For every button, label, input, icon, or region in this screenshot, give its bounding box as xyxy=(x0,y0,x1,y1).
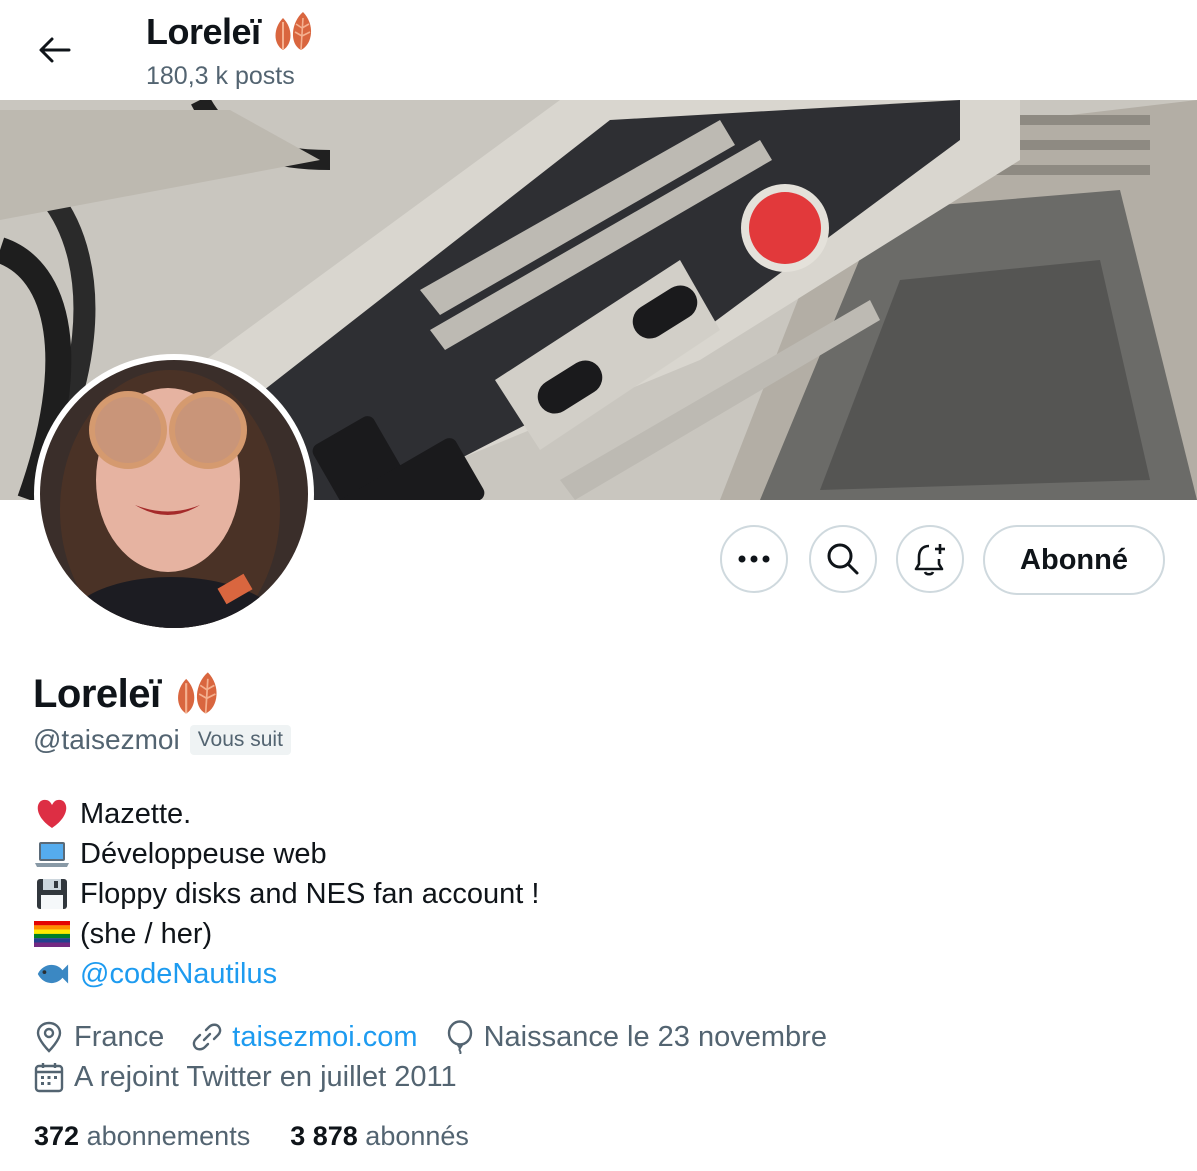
mention-link[interactable]: @codeNautilus xyxy=(80,954,277,994)
follow-stats: 372 abonnements 3 878 abonnés xyxy=(34,1121,469,1152)
header-title-row: Loreleï xyxy=(146,10,317,54)
balloon-icon xyxy=(447,1020,472,1054)
website-link[interactable]: taisezmoi.com xyxy=(232,1021,417,1054)
header-title: Loreleï xyxy=(146,11,261,52)
leaves-icon xyxy=(269,10,317,54)
back-button[interactable] xyxy=(30,28,78,72)
link-icon xyxy=(192,1023,222,1051)
profile-actions: Abonné xyxy=(0,525,1197,597)
arrow-left-icon xyxy=(39,37,71,63)
laptop-icon xyxy=(34,836,70,872)
location-pin-icon xyxy=(36,1021,62,1053)
bio-text: (she / her) xyxy=(80,918,213,950)
birthday-text: Naissance le 23 novembre xyxy=(483,1020,827,1053)
top-bar: Loreleï 180,3 k posts xyxy=(0,0,1197,100)
profile-meta-joined: A rejoint Twitter en juillet 2011 xyxy=(34,1057,485,1097)
profile-name-row: Loreleï xyxy=(33,670,223,718)
floppy-disk-icon xyxy=(34,876,70,912)
following-button[interactable]: Abonné xyxy=(983,525,1165,595)
birthday-item: Naissance le 23 novembre xyxy=(446,1020,827,1054)
notifications-button[interactable] xyxy=(896,525,964,593)
rainbow-flag-icon xyxy=(34,916,70,952)
calendar-icon xyxy=(34,1063,64,1093)
bio-text: Développeuse web xyxy=(80,838,327,870)
location-text: France xyxy=(74,1020,165,1053)
heart-icon xyxy=(34,796,70,832)
joined-item: A rejoint Twitter en juillet 2011 xyxy=(34,1061,457,1094)
following-label: abonnements xyxy=(86,1121,251,1151)
followers-label: abonnés xyxy=(365,1121,469,1151)
profile-bio: Mazette. Développeuse web Floppy disks a… xyxy=(34,794,539,994)
follows-you-badge: Vous suit xyxy=(189,725,291,755)
profile-handle: @taisezmoi xyxy=(33,724,180,755)
bio-line: @codeNautilus xyxy=(34,954,539,994)
leaves-icon xyxy=(171,670,223,718)
profile-meta: France taisezmoi.com Naissance le 23 nov… xyxy=(34,1017,855,1057)
joined-text: A rejoint Twitter en juillet 2011 xyxy=(74,1060,457,1093)
more-button[interactable] xyxy=(720,525,788,593)
profile-name: Loreleï xyxy=(33,671,161,716)
bell-plus-icon xyxy=(914,544,945,576)
followers-stat[interactable]: 3 878 abonnés xyxy=(290,1121,469,1152)
followers-count: 3 878 xyxy=(290,1121,358,1151)
bio-line: (she / her) xyxy=(34,914,539,954)
bio-text: Floppy disks and NES fan account ! xyxy=(80,878,540,910)
location-item: France xyxy=(34,1021,164,1054)
handle-row: @taisezmoi Vous suit xyxy=(33,724,291,756)
more-icon xyxy=(738,555,770,563)
following-count: 372 xyxy=(34,1121,80,1151)
fish-icon xyxy=(34,956,70,992)
bio-line: Développeuse web xyxy=(34,834,539,874)
search-icon xyxy=(827,543,859,575)
bio-line: Mazette. xyxy=(34,794,539,834)
search-button[interactable] xyxy=(809,525,877,593)
website-item[interactable]: taisezmoi.com xyxy=(192,1021,418,1054)
following-stat[interactable]: 372 abonnements xyxy=(34,1121,250,1152)
posts-count: 180,3 k posts xyxy=(146,62,295,90)
bio-line: Floppy disks and NES fan account ! xyxy=(34,874,539,914)
bio-text: Mazette. xyxy=(80,798,192,830)
